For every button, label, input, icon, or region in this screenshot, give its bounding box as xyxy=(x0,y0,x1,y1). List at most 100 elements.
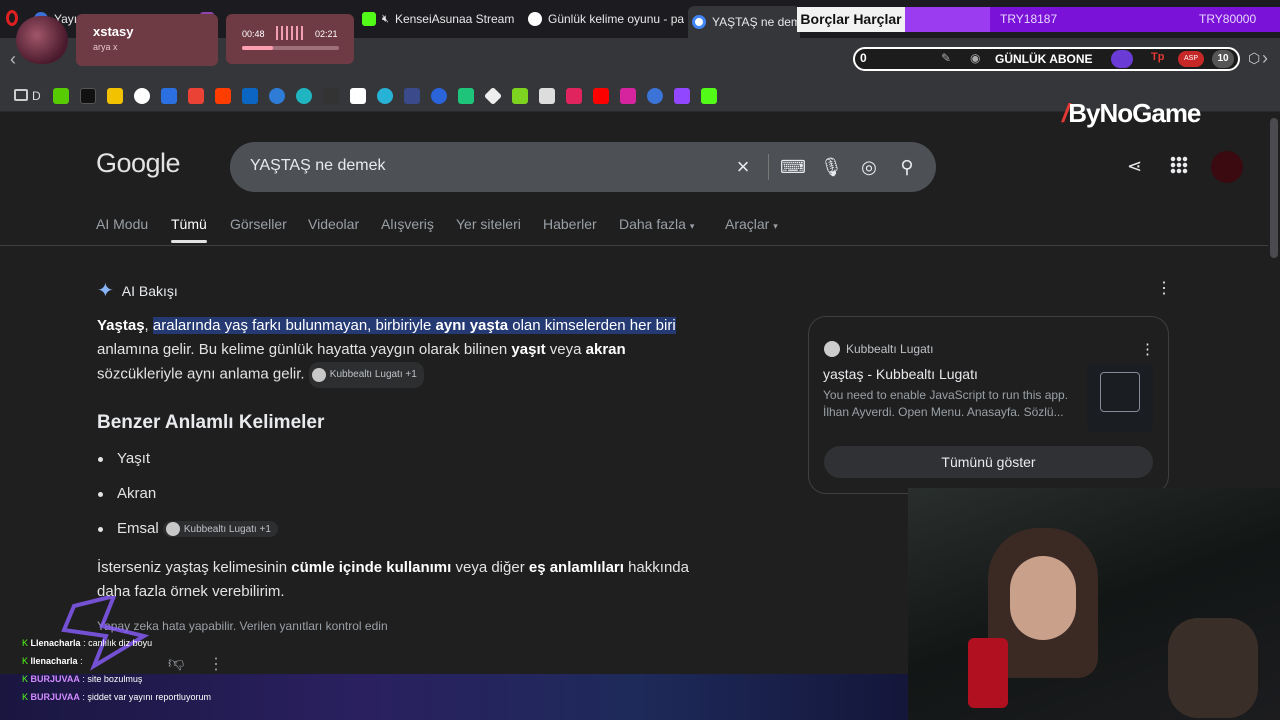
bullet-icon xyxy=(98,526,103,532)
kick-icon: K xyxy=(22,656,29,666)
lens-icon[interactable]: ◎ xyxy=(858,156,880,178)
bookmark-kick-icon[interactable] xyxy=(701,88,717,104)
bookmark-youtube-icon[interactable] xyxy=(593,88,609,104)
tab-tools[interactable]: Araçlar ▾ xyxy=(725,216,778,232)
show-all-button[interactable]: Tümünü göster xyxy=(824,446,1153,478)
chat-username: Llenacharla xyxy=(30,638,81,648)
text: hakkında xyxy=(623,559,689,576)
bookmark-duolingo-icon[interactable] xyxy=(53,88,69,104)
card-thumbnail[interactable] xyxy=(1087,364,1153,432)
daily-sub-label: GÜNLÜK ABONE xyxy=(995,52,1093,66)
bold-term: Yaştaş xyxy=(97,317,145,334)
bookmark-linkedin-icon[interactable] xyxy=(242,88,258,104)
bookmark-gmail-icon[interactable] xyxy=(188,88,204,104)
source-chip-label: Kubbealtı Lugatı +1 xyxy=(329,369,417,380)
bookmark-icon[interactable] xyxy=(404,88,420,104)
tab-news[interactable]: Haberler xyxy=(543,216,597,232)
tab-active[interactable]: YAŞTAŞ ne deme xyxy=(688,6,800,38)
chat-message: K BURJUVAA : site bozulmuş xyxy=(22,674,143,684)
divider xyxy=(0,245,1268,246)
bookmark-icon[interactable] xyxy=(215,88,231,104)
tab-videos[interactable]: Videolar xyxy=(308,216,359,232)
tab-shopping[interactable]: Alışveriş xyxy=(381,216,434,232)
google-logo[interactable]: Google xyxy=(96,148,181,179)
bookmark-tiktok-icon[interactable] xyxy=(80,88,96,104)
tab-images[interactable]: Görseller xyxy=(230,216,287,232)
book-cover-image xyxy=(1100,372,1140,412)
source-chip[interactable]: Kubbealtı Lugatı +1 xyxy=(162,521,278,538)
search-icon[interactable]: ⚲ xyxy=(896,156,918,178)
section-heading: Benzer Anlamlı Kelimeler xyxy=(97,412,325,433)
bookmark-icon[interactable] xyxy=(431,88,447,104)
mute-icon: 🔇︎ xyxy=(382,12,389,25)
bookmark-icon[interactable] xyxy=(296,88,312,104)
camera-icon: ◉ xyxy=(970,51,981,65)
bullet-icon xyxy=(98,456,103,462)
tab-more[interactable]: Daha fazla ▾ xyxy=(619,216,694,232)
folder-icon[interactable] xyxy=(14,89,28,101)
avatar[interactable] xyxy=(1211,151,1243,183)
chat-text: canlılık diz boyu xyxy=(88,638,153,648)
bookmark-icon[interactable] xyxy=(539,88,555,104)
chat-text: şiddet var yayını reportluyorum xyxy=(87,692,211,702)
apps-grid-icon[interactable] xyxy=(1170,156,1188,174)
more-vert-icon[interactable]: ⋮ xyxy=(208,654,224,674)
bold-term: akran xyxy=(585,341,626,358)
bookmark-google-icon[interactable] xyxy=(134,88,150,104)
bookmark-icon[interactable] xyxy=(566,88,582,104)
bookmark-icon[interactable] xyxy=(377,88,393,104)
more-vert-icon[interactable]: ⋮ xyxy=(1156,281,1172,297)
debt-label: Borçlar Harçlar xyxy=(797,7,905,32)
share-icon[interactable]: ⋖ xyxy=(1127,156,1142,177)
bookmark-twitch-icon[interactable] xyxy=(674,88,690,104)
text: anlamına gelir. Bu kelime günlük hayatta… xyxy=(97,341,512,358)
tab-ai-mode[interactable]: AI Modu xyxy=(96,216,148,232)
bookmark-icon[interactable] xyxy=(107,88,123,104)
source-chip[interactable]: Kubbealtı Lugatı +1 xyxy=(308,362,424,388)
bookmark-icon[interactable] xyxy=(458,88,474,104)
chat-message: K Llenacharla : canlılık diz boyu xyxy=(22,638,153,648)
active-tab-indicator xyxy=(171,240,207,243)
kick-icon: K xyxy=(22,692,29,702)
bookmark-icon[interactable] xyxy=(512,88,528,104)
bookmark-folder-label[interactable]: D xyxy=(32,89,41,103)
bookmark-icon[interactable] xyxy=(647,88,663,104)
clear-icon[interactable]: × xyxy=(732,156,754,178)
mic-icon[interactable]: 🎙︎ xyxy=(820,156,843,178)
tab-2[interactable]: 🔇︎ KenseiAsunaa Stream xyxy=(362,6,520,32)
keyboard-icon[interactable]: ⌨ xyxy=(780,156,806,178)
bookmark-edge-icon[interactable] xyxy=(269,88,285,104)
badge-count: 10 xyxy=(1212,50,1234,68)
tab-3[interactable]: Günlük kelime oyunu - pa xyxy=(528,6,684,32)
microphone-image xyxy=(968,638,1008,708)
bookmark-icon[interactable] xyxy=(161,88,177,104)
back-arrow-icon[interactable]: ‹ xyxy=(10,49,16,70)
ai-paragraph-line-1: Yaştaş, aralarında yaş farkı bulunmayan,… xyxy=(97,314,676,338)
kick-icon xyxy=(362,12,376,26)
bookmark-icon[interactable] xyxy=(323,88,339,104)
opera-logo-icon[interactable] xyxy=(6,10,18,26)
bynogame-logo: /ByNoGame xyxy=(1062,98,1201,129)
track-title: xstasy xyxy=(93,24,134,39)
ai-overview-header: ✦ AI Bakışı xyxy=(97,278,178,303)
bookmark-instagram-icon[interactable] xyxy=(620,88,636,104)
tab-all[interactable]: Tümü xyxy=(171,216,207,232)
thumbs-down-icon[interactable]: 👎︎ xyxy=(168,654,184,673)
ai-paragraph-line-3: sözcükleriyle aynı anlama gelir. Kubbeal… xyxy=(97,362,424,388)
tab-places[interactable]: Yer siteleri xyxy=(456,216,521,232)
bold-term: yaşıt xyxy=(511,341,546,358)
search-box[interactable]: YAŞTAŞ ne demek × ⌨ 🎙︎ ◎ ⚲ xyxy=(230,142,936,192)
search-input[interactable]: YAŞTAŞ ne demek xyxy=(250,157,385,175)
card-title[interactable]: yaştaş - Kubbealtı Lugatı xyxy=(823,366,978,382)
person-image xyxy=(1168,618,1258,718)
list-item: Yaşıt xyxy=(98,450,150,467)
tab-label: Günlük kelime oyunu - pa xyxy=(548,12,684,26)
forward-arrow-icon[interactable]: › xyxy=(1262,48,1268,69)
bookmark-icon[interactable] xyxy=(350,88,366,104)
tab-more-label: Daha fazla xyxy=(619,216,686,232)
album-art xyxy=(16,16,68,64)
scrollbar-thumb[interactable] xyxy=(1270,118,1278,258)
tab-label: KenseiAsunaa Stream xyxy=(394,12,515,26)
ai-paragraph-line-4: İsterseniz yaştaş kelimesinin cümle için… xyxy=(97,556,689,580)
more-vert-icon[interactable]: ⋮ xyxy=(1140,340,1155,358)
